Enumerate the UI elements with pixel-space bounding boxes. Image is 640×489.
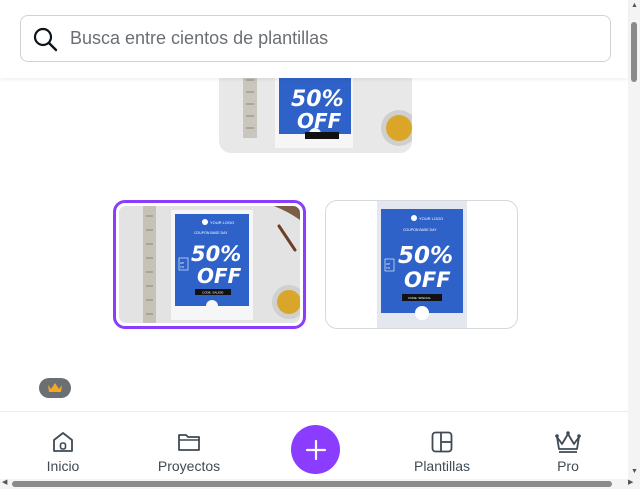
nav-pro[interactable]: Pro	[550, 412, 586, 480]
scroll-down-icon[interactable]: ▼	[631, 468, 638, 475]
bottom-nav: Inicio Proyectos Plantillas Pro	[0, 411, 628, 479]
template-preview: 50% OFF	[219, 78, 412, 153]
svg-text:CODE: SPECIAL: CODE: SPECIAL	[408, 296, 431, 300]
svg-text:COUPON BASE DAY: COUPON BASE DAY	[403, 228, 437, 232]
search-input[interactable]	[70, 28, 570, 49]
scroll-left-icon[interactable]: ◀	[2, 478, 7, 486]
search-header	[0, 0, 628, 78]
coupon-plain-preview: YOUR LOGO COUPON BASE DAY UP TO 50% OFF …	[377, 201, 467, 328]
pro-crown-badge	[39, 378, 71, 398]
plus-icon	[305, 439, 326, 460]
svg-text:YOUR LOGO: YOUR LOGO	[419, 216, 443, 221]
svg-text:YOUR LOGO: YOUR LOGO	[210, 220, 234, 225]
svg-text:OFF: OFF	[197, 264, 242, 288]
template-card-plain[interactable]: YOUR LOGO COUPON BASE DAY UP TO 50% OFF …	[325, 200, 518, 329]
svg-text:50%: 50%	[191, 242, 241, 266]
template-card-top[interactable]: 50% OFF	[219, 78, 412, 153]
search-box[interactable]	[20, 15, 611, 62]
nav-inicio-label: Inicio	[46, 458, 80, 474]
svg-text:TO: TO	[386, 266, 391, 270]
nav-pro-label: Pro	[557, 458, 579, 474]
vertical-scroll-thumb[interactable]	[631, 22, 637, 82]
template-card-selected[interactable]: YOUR LOGO COUPON BASE DAY UP TO 50% OFF …	[113, 200, 306, 329]
scroll-up-icon[interactable]: ▲	[631, 2, 638, 9]
svg-text:COUPON BASE DAY: COUPON BASE DAY	[194, 231, 228, 235]
crown-icon	[48, 383, 62, 392]
horizontal-scrollbar[interactable]: ◀ ▶	[0, 479, 640, 489]
home-icon	[53, 432, 73, 452]
vertical-scrollbar[interactable]: ▲ ▼	[628, 0, 640, 479]
nav-plantillas-label: Plantillas	[413, 458, 471, 474]
template-grid: 50% OFF YOUR LOGO COUPON BASE DAY UP TO …	[0, 78, 628, 411]
svg-text:OFF: OFF	[404, 268, 451, 292]
template-preview: YOUR LOGO COUPON BASE DAY UP TO 50% OFF …	[119, 206, 300, 323]
search-icon	[33, 27, 58, 51]
layout-icon	[431, 431, 453, 453]
nav-proyectos[interactable]: Proyectos	[150, 412, 228, 480]
svg-text:TO: TO	[180, 265, 185, 269]
svg-text:OFF: OFF	[297, 109, 342, 133]
folder-icon	[178, 434, 200, 451]
nav-plantillas[interactable]: Plantillas	[406, 412, 478, 480]
scroll-right-icon[interactable]: ▶	[628, 478, 633, 486]
horizontal-scroll-thumb[interactable]	[12, 481, 612, 487]
nav-inicio[interactable]: Inicio	[38, 412, 88, 480]
crown-icon	[555, 431, 581, 453]
svg-text:50%: 50%	[398, 243, 453, 269]
svg-text:CODE: SALE50: CODE: SALE50	[202, 291, 224, 295]
create-button[interactable]	[291, 425, 340, 474]
nav-proyectos-label: Proyectos	[157, 458, 221, 474]
coupon-photo-preview: YOUR LOGO COUPON BASE DAY UP TO 50% OFF …	[119, 206, 300, 323]
